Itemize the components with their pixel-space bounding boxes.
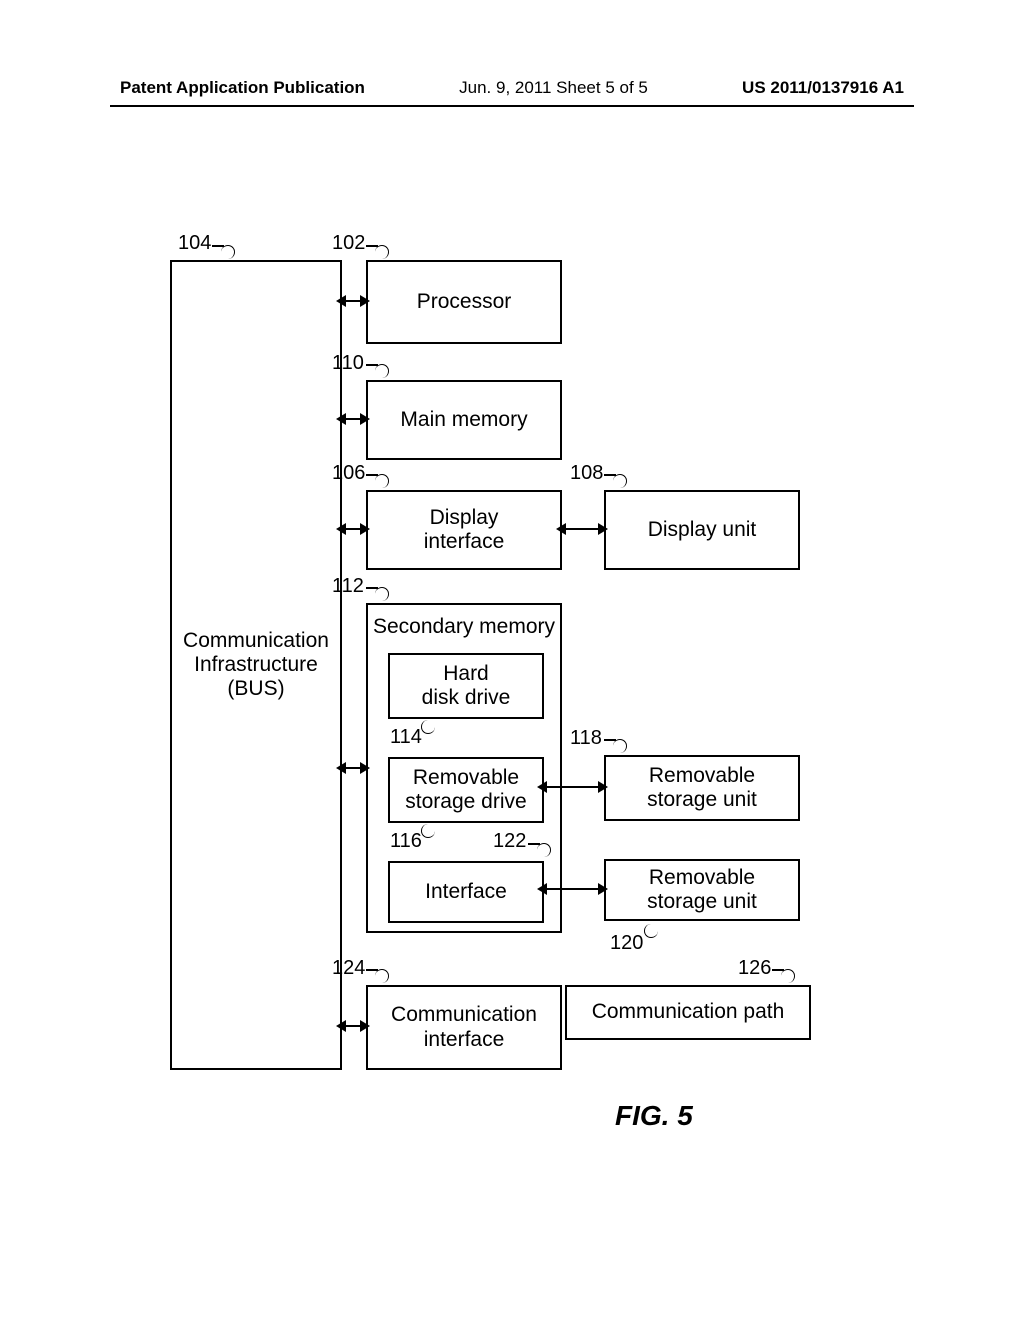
leader-curve-114 — [421, 720, 435, 734]
leader-curve-102 — [375, 245, 389, 259]
header-left: Patent Application Publication — [120, 78, 365, 98]
ah-r2-l — [537, 883, 547, 895]
leader-curve-104 — [221, 245, 235, 259]
leader-curve-116 — [421, 824, 435, 838]
rsu120-l1: Removable — [649, 866, 755, 889]
processor-label: Processor — [417, 290, 512, 314]
rsu118-l2: storage unit — [647, 788, 757, 811]
comm-path-label: Communication path — [592, 1000, 785, 1024]
arrow-int-rsu120 — [545, 888, 602, 890]
box-display-interface: Display interface — [366, 490, 562, 570]
hard-disk-l1: Hard — [443, 662, 489, 685]
rsu118-l1: Removable — [649, 764, 755, 787]
removable-drive-l1: Removable — [413, 766, 519, 789]
ref-110: 110 — [332, 352, 364, 375]
display-unit-label: Display unit — [648, 518, 757, 542]
ref-124: 124 — [332, 957, 365, 980]
bus-line1: Communication — [183, 629, 329, 652]
ah-bm-r — [360, 413, 370, 425]
box-secondary-memory: Secondary memory Hard disk drive Removab… — [366, 603, 562, 933]
bus-line3: (BUS) — [227, 677, 284, 700]
box-removable-storage-drive: Removable storage drive — [388, 757, 544, 823]
leader-curve-106 — [375, 474, 389, 488]
ah-bd-l — [336, 523, 346, 535]
leader-curve-122 — [537, 843, 551, 857]
leader-curve-112 — [375, 587, 389, 601]
box-interface: Interface — [388, 861, 544, 923]
ah-dd-l — [556, 523, 566, 535]
hard-disk-l2: disk drive — [422, 686, 511, 709]
ah-bs-l — [336, 762, 346, 774]
header-rule — [110, 105, 914, 107]
leader-curve-120 — [644, 924, 658, 938]
main-memory-label: Main memory — [400, 408, 527, 432]
ref-114: 114 — [390, 726, 422, 749]
ref-118: 118 — [570, 727, 602, 750]
ah-r1-r — [598, 781, 608, 793]
box-display-unit: Display unit — [604, 490, 800, 570]
ref-116: 116 — [390, 830, 422, 853]
leader-curve-124 — [375, 969, 389, 983]
display-interface-l2: interface — [424, 530, 505, 553]
box-communication-interface: Communication interface — [366, 985, 562, 1070]
ah-bc-r — [360, 1020, 370, 1032]
figure-label: FIG. 5 — [615, 1100, 693, 1132]
ref-120: 120 — [610, 932, 643, 955]
ref-108: 108 — [570, 462, 603, 485]
ah-dd-r — [598, 523, 608, 535]
leader-curve-108 — [613, 474, 627, 488]
ah-bp-r — [360, 295, 370, 307]
box-communication-path: Communication path — [565, 985, 811, 1040]
removable-drive-l2: storage drive — [405, 790, 526, 813]
comm-interface-l2: interface — [424, 1028, 505, 1051]
leader-curve-118 — [613, 739, 627, 753]
box-removable-storage-unit-118: Removable storage unit — [604, 755, 800, 821]
box-main-memory: Main memory — [366, 380, 562, 460]
leader-curve-110 — [375, 364, 389, 378]
ref-126: 126 — [738, 957, 771, 980]
box-bus: Communication Infrastructure (BUS) — [170, 260, 342, 1070]
leader-curve-126 — [781, 969, 795, 983]
ah-bp-l — [336, 295, 346, 307]
header-right: US 2011/0137916 A1 — [742, 78, 904, 98]
arrow-dispint-dispunit — [564, 528, 602, 530]
header-center: Jun. 9, 2011 Sheet 5 of 5 — [459, 78, 648, 98]
ref-102: 102 — [332, 232, 365, 255]
ah-bc-l — [336, 1020, 346, 1032]
rsu120-l2: storage unit — [647, 890, 757, 913]
box-removable-storage-unit-120: Removable storage unit — [604, 859, 800, 921]
ah-bs-r — [360, 762, 370, 774]
ah-r1-l — [537, 781, 547, 793]
ref-104: 104 — [178, 232, 211, 255]
arrow-rsd-rsu118 — [545, 786, 602, 788]
display-interface-l1: Display — [430, 506, 499, 529]
secondary-memory-title: Secondary memory — [368, 615, 560, 639]
ref-122: 122 — [493, 830, 526, 853]
ref-112: 112 — [332, 575, 364, 598]
ah-r2-r — [598, 883, 608, 895]
ah-bd-r — [360, 523, 370, 535]
ah-bm-l — [336, 413, 346, 425]
ref-106: 106 — [332, 462, 365, 485]
comm-interface-l1: Communication — [391, 1003, 537, 1026]
page-header: Patent Application Publication Jun. 9, 2… — [0, 78, 1024, 98]
box-hard-disk-drive: Hard disk drive — [388, 653, 544, 719]
bus-line2: Infrastructure — [194, 653, 318, 676]
interface-label: Interface — [425, 880, 507, 904]
box-processor: Processor — [366, 260, 562, 344]
